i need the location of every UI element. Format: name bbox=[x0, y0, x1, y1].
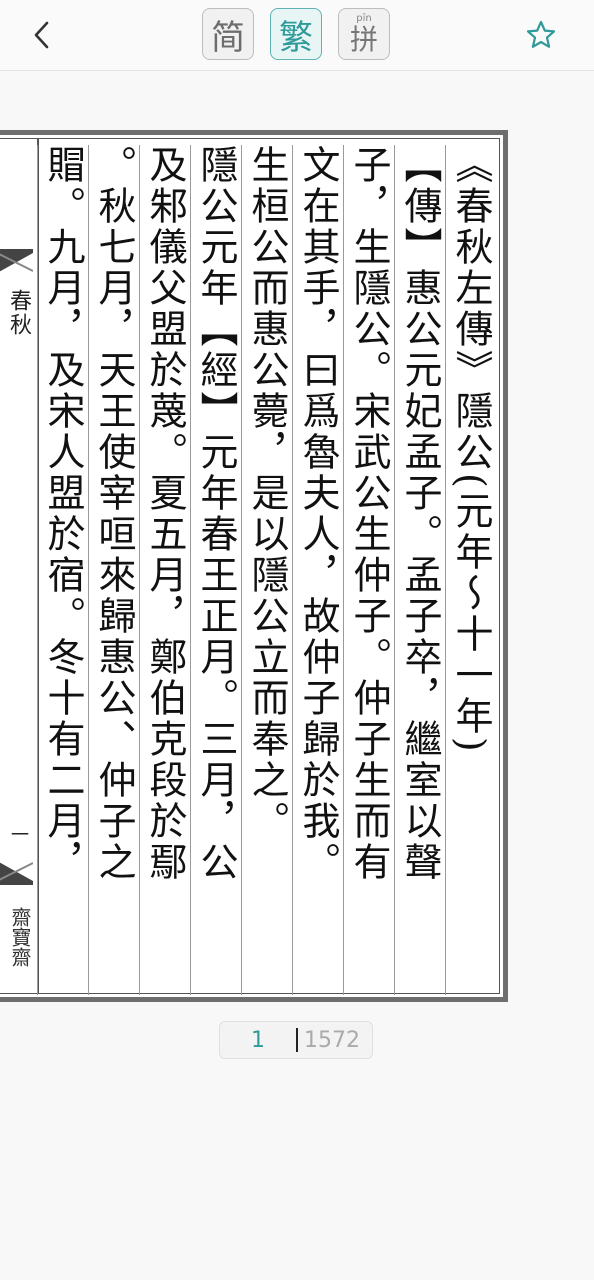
book-page[interactable]: 春秋 一 齋寶齋 《春秋左傳》隱公(元年～十一年) 【傳】惠公元妃孟子。孟子卒，… bbox=[0, 130, 508, 1002]
favorite-button[interactable] bbox=[518, 14, 564, 56]
pinyin-button[interactable]: pīn 拼 bbox=[338, 8, 390, 60]
current-page[interactable]: 1 bbox=[220, 1022, 296, 1060]
text-column: 生桓公而惠公薨，是以隱公立而奉之。 bbox=[241, 145, 293, 995]
spine-publisher: 齋寶齋 bbox=[8, 907, 32, 967]
spine-title: 春秋 bbox=[6, 289, 31, 337]
chevron-left-icon bbox=[34, 21, 49, 49]
fishtail-top-icon bbox=[0, 249, 33, 272]
top-toolbar: 简 繁 pīn 拼 bbox=[0, 0, 594, 71]
text-column: 子，生隱公。宋武公生仲子。仲子生而有 bbox=[343, 145, 395, 995]
text-column: 隱公元年【經】元年春王正月。三月，公 bbox=[190, 145, 242, 995]
simplified-label: 简 bbox=[211, 17, 245, 58]
text-column: 賵。九月，及宋人盟於宿。冬十有二月， bbox=[37, 145, 89, 995]
pager-divider bbox=[296, 1028, 298, 1052]
text-column: 《春秋左傳》隱公(元年～十一年) bbox=[445, 145, 497, 995]
pinyin-char: 拼 bbox=[349, 23, 378, 56]
total-pages: 1572 bbox=[304, 1028, 360, 1053]
text-column: 文在其手，曰爲魯夫人，故仲子歸於我。 bbox=[292, 145, 344, 995]
star-outline-icon bbox=[526, 20, 556, 48]
page-spine: 春秋 一 齋寶齋 bbox=[0, 139, 39, 993]
traditional-label: 繁 bbox=[279, 17, 313, 58]
back-button[interactable] bbox=[22, 14, 62, 56]
fishtail-bottom-icon bbox=[0, 862, 33, 885]
spine-page-number: 一 bbox=[11, 825, 29, 846]
vertical-text-area: 《春秋左傳》隱公(元年～十一年) 【傳】惠公元妃孟子。孟子卒，繼室以聲 子，生隱… bbox=[37, 145, 497, 995]
page-frame: 春秋 一 齋寶齋 《春秋左傳》隱公(元年～十一年) 【傳】惠公元妃孟子。孟子卒，… bbox=[0, 138, 500, 995]
traditional-chinese-button[interactable]: 繁 bbox=[270, 8, 322, 60]
spine-upper-block bbox=[0, 139, 33, 253]
text-column: 【傳】惠公元妃孟子。孟子卒，繼室以聲 bbox=[394, 145, 446, 995]
text-column: 及邾儀父盟於蔑。夏五月，鄭伯克段於鄢 bbox=[139, 145, 191, 995]
page-indicator[interactable]: 1 1572 bbox=[219, 1021, 373, 1059]
text-column: 。秋七月，天王使宰咺來歸惠公、仲子之 bbox=[88, 145, 140, 995]
simplified-chinese-button[interactable]: 简 bbox=[202, 8, 254, 60]
